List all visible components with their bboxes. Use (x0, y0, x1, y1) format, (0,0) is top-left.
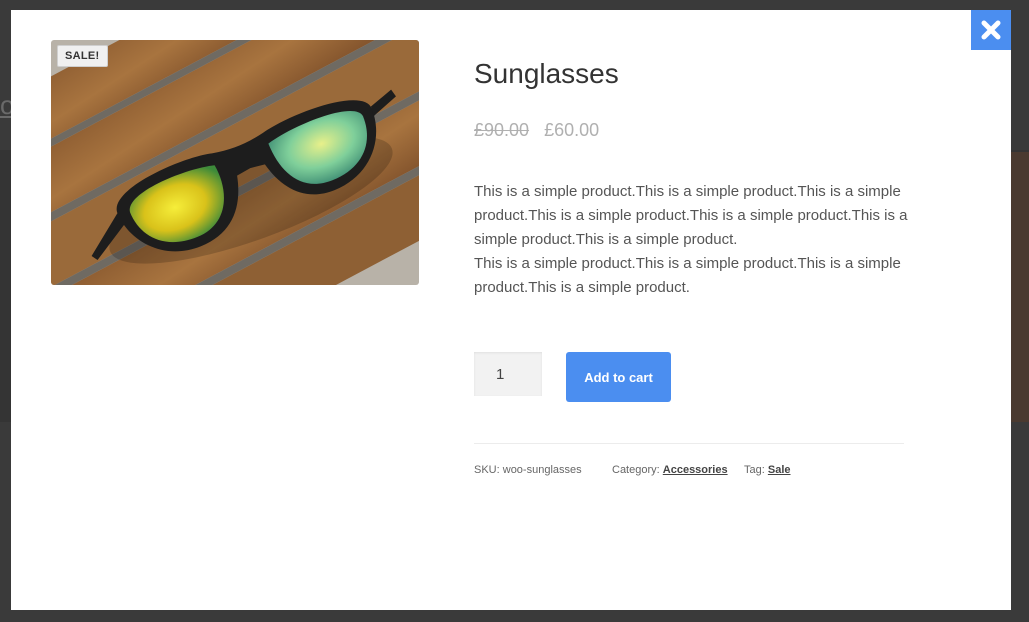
description-paragraph: This is a simple product.This is a simpl… (474, 255, 901, 296)
close-x-icon (981, 20, 1001, 40)
meta-divider (474, 443, 904, 444)
description-paragraph: This is a simple product.This is a simpl… (474, 183, 908, 248)
quantity-input[interactable] (474, 352, 542, 396)
category-link[interactable]: Accessories (663, 464, 728, 476)
sale-price: £60.00 (544, 120, 600, 140)
add-to-cart-form: Add to cart (474, 352, 671, 402)
product-summary: Sunglasses £90.00 £60.00 This is a simpl… (474, 54, 914, 300)
product-meta: SKU: woo-sunglasses Category: Accessorie… (474, 464, 791, 476)
product-price: £90.00 £60.00 (474, 120, 914, 144)
tag-link[interactable]: Sale (768, 464, 791, 476)
sunglasses-photo (51, 40, 419, 285)
category-label: Category: (612, 464, 660, 476)
sku-value: woo-sunglasses (502, 464, 582, 476)
quick-view-modal: SALE! Sunglasses £90.00 £60.00 This is a… (11, 10, 1011, 610)
old-price: £90.00 (474, 120, 530, 140)
background-image-fragment (1009, 152, 1029, 422)
close-button[interactable] (971, 10, 1011, 50)
category: Category: Accessories (612, 464, 744, 476)
product-title: Sunglasses (474, 58, 619, 89)
sku-label: SKU: (474, 464, 500, 476)
tag: Tag: Sale (744, 464, 791, 476)
add-to-cart-button[interactable]: Add to cart (566, 352, 671, 402)
tag-label: Tag: (744, 464, 765, 476)
product-image[interactable] (51, 40, 419, 285)
sku: SKU: woo-sunglasses (474, 464, 612, 476)
sale-badge: SALE! (57, 45, 108, 67)
product-description: This is a simple product.This is a simpl… (474, 180, 914, 300)
